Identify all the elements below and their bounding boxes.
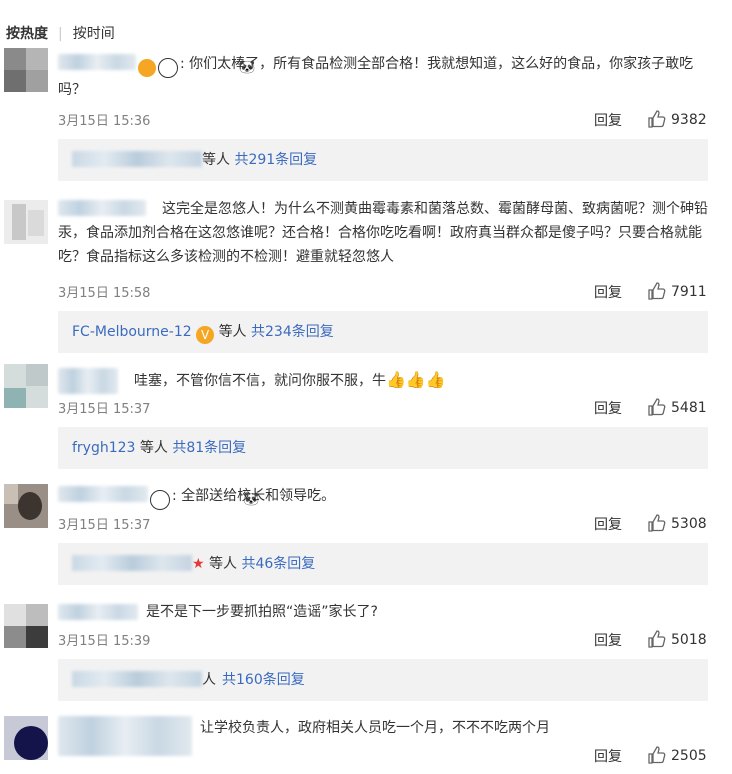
etc-label: 等人 — [218, 324, 247, 340]
avatar[interactable] — [4, 200, 48, 244]
like-button[interactable]: 5308 — [648, 514, 707, 532]
sub-reply-count[interactable]: 共81条回复 — [172, 440, 246, 456]
reply-button[interactable]: 回复 — [594, 514, 622, 534]
avatar[interactable] — [4, 364, 48, 408]
panda-icon: 🐼 — [158, 58, 255, 78]
etc-partial: 人 — [202, 672, 216, 688]
reply-button[interactable]: 回复 — [594, 398, 622, 418]
sub-reply-username[interactable]: frygh123 — [72, 440, 135, 456]
comment-date: 3月15日 15:39 — [58, 634, 151, 649]
etc-label: 等人 — [209, 556, 238, 572]
thumbs-up-icon — [648, 110, 666, 128]
comment-text: 让学校负责人，政府相关人员吃一个月，不不不吃两个月 — [200, 720, 550, 736]
comment-text: 这完全是忽悠人！为什么不测黄曲霉毒素和菌落总数、霉菌酵母菌、致病菌呢？测个砷铅汞… — [58, 201, 708, 265]
like-button[interactable]: 9382 — [648, 110, 707, 128]
comment-text: 是不是下一步要抓拍照“造谣”家长了? — [146, 604, 378, 620]
like-button[interactable]: 5481 — [648, 398, 707, 416]
thumbs-up-icon — [648, 514, 666, 532]
sub-reply-count[interactable]: 共234条回复 — [251, 324, 334, 340]
thumbs-up-emoji-icon: 👍👍👍 — [386, 370, 446, 389]
sub-reply-usernames-blurred — [72, 151, 202, 167]
etc-label: 等人 — [139, 440, 168, 456]
comment-date: 3月15日 15:37 — [58, 518, 151, 533]
star-icon: ★ — [192, 556, 205, 572]
like-button[interactable]: 2505 — [648, 746, 707, 764]
sub-replies-box[interactable]: FC-Melbourne-12 V 等人 共234条回复 — [58, 311, 708, 353]
vip-badge-icon: V — [138, 59, 227, 77]
like-count: 9382 — [671, 112, 707, 128]
like-button[interactable]: 5018 — [648, 630, 707, 648]
avatar[interactable] — [4, 716, 48, 760]
vip-badge-icon: V — [196, 326, 215, 344]
thumbs-up-icon — [648, 630, 666, 648]
sub-reply-username[interactable]: FC-Melbourne-12 — [72, 324, 192, 340]
reply-button[interactable]: 回复 — [594, 746, 622, 766]
sort-by-time[interactable]: 按时间 — [73, 26, 115, 42]
reply-button[interactable]: 回复 — [594, 282, 622, 302]
like-count: 5308 — [671, 516, 707, 532]
like-count: 2505 — [671, 748, 707, 764]
avatar[interactable] — [4, 604, 48, 648]
comment-date: 3月15日 15:36 — [58, 114, 151, 129]
thumbs-up-icon — [648, 746, 666, 764]
thumbs-up-icon — [648, 282, 666, 300]
etc-label: 等人 — [202, 152, 230, 168]
sort-divider: | — [58, 26, 63, 42]
sub-replies-box[interactable]: frygh123 等人 共81条回复 — [58, 427, 708, 469]
sub-replies-box[interactable]: 人共160条回复 — [58, 659, 708, 701]
reply-button[interactable]: 回复 — [594, 630, 622, 650]
panda-icon: 🐼 — [150, 490, 259, 510]
comment-date: 3月15日 15:58 — [58, 286, 151, 301]
thumbs-up-icon — [648, 398, 666, 416]
sub-replies-box[interactable]: 等人 共291条回复 — [58, 139, 708, 181]
comment-text: 哇塞，不管你信不信，就问你服不服，牛👍👍👍 — [134, 370, 446, 389]
sub-reply-count[interactable]: 共46条回复 — [241, 556, 315, 572]
sub-replies-box[interactable]: ★ 等人 共46条回复 — [58, 543, 708, 585]
avatar[interactable] — [4, 48, 48, 92]
like-count: 7911 — [671, 284, 707, 300]
comment-date: 3月15日 15:37 — [58, 402, 151, 417]
sub-reply-usernames-blurred — [72, 555, 192, 571]
like-count: 5018 — [671, 632, 707, 648]
like-count: 5481 — [671, 400, 707, 416]
sub-reply-usernames-blurred — [72, 671, 202, 687]
sort-by-hot[interactable]: 按热度 — [6, 26, 48, 42]
sub-reply-count[interactable]: 共291条回复 — [234, 152, 317, 168]
sort-bar: 按热度 | 按时间 — [6, 23, 115, 43]
comment-text: V 🐼: 你们太棒了，所有食品检测全部合格！我就想知道，这么好的食品，你家孩子敢吃… — [58, 56, 694, 98]
reply-button[interactable]: 回复 — [594, 110, 622, 130]
like-button[interactable]: 7911 — [648, 282, 707, 300]
sub-reply-count[interactable]: 共160条回复 — [222, 672, 305, 688]
avatar[interactable] — [4, 484, 48, 528]
comment-text: 🐼: 全部送给校长和领导吃。 — [58, 484, 708, 510]
